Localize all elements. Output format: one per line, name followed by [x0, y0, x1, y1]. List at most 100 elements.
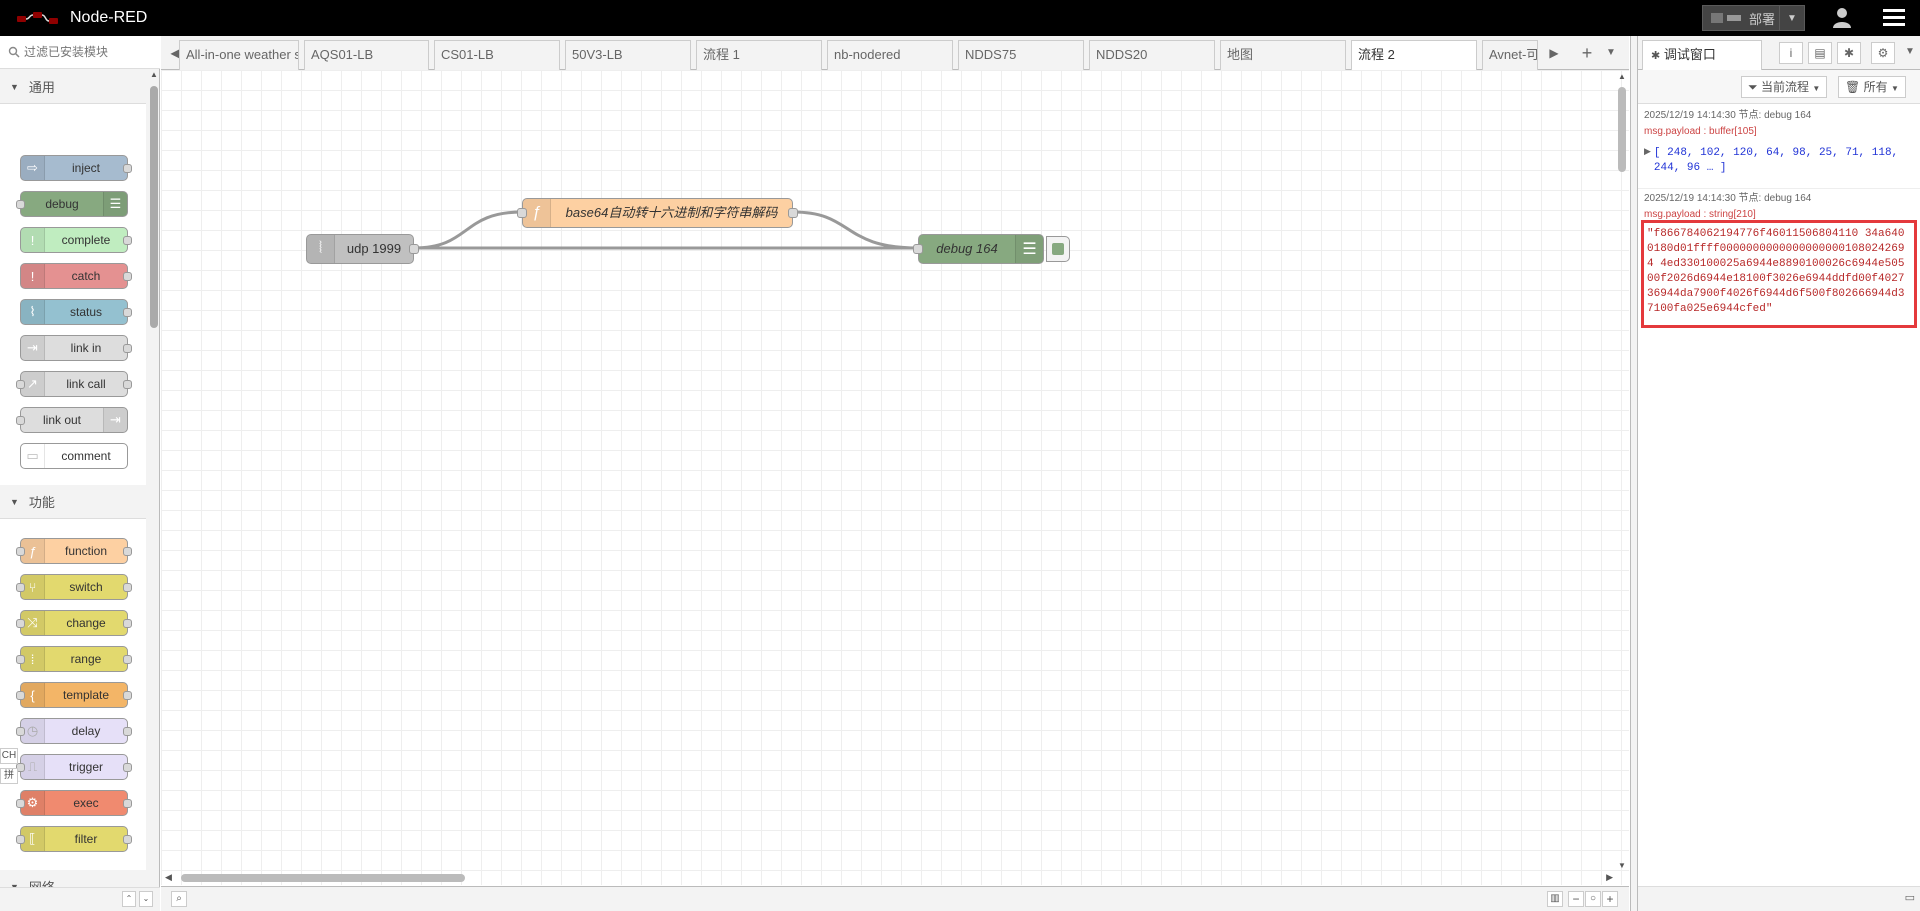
palette-node-filter[interactable]: ⟦ filter: [16, 826, 132, 852]
scroll-up-icon[interactable]: ▲: [1618, 72, 1626, 81]
flow-node-udp[interactable]: ⦚ udp 1999: [306, 234, 419, 264]
scroll-down-icon[interactable]: ▼: [1618, 861, 1626, 870]
output-port[interactable]: [123, 344, 132, 353]
input-port[interactable]: [16, 799, 25, 808]
gear-icon[interactable]: ⚙: [1871, 42, 1895, 64]
add-flow-icon[interactable]: +: [1577, 42, 1597, 64]
workspace-horizontal-scrollbar[interactable]: ◀ ▶: [161, 871, 1615, 885]
output-port[interactable]: [123, 727, 132, 736]
tab-list-menu-icon[interactable]: ▼: [1601, 42, 1621, 64]
palette-scrollbar[interactable]: ▲ ▼: [148, 70, 160, 910]
info-icon[interactable]: i: [1779, 42, 1803, 64]
scroll-left-icon[interactable]: ◀: [165, 872, 172, 883]
output-port[interactable]: [123, 799, 132, 808]
flow-node-debug[interactable]: debug 164 ☰: [913, 234, 1044, 264]
output-port[interactable]: [123, 835, 132, 844]
palette-node-change[interactable]: ⤨ change: [16, 610, 132, 636]
zoom-in-icon[interactable]: +: [1602, 891, 1618, 907]
expand-all-icon[interactable]: ⌄: [139, 891, 153, 907]
vertical-scroll-thumb[interactable]: [1618, 87, 1626, 172]
input-port[interactable]: [517, 208, 527, 218]
palette-node-link-in[interactable]: ⇥ link in: [20, 335, 132, 361]
palette-node-complete[interactable]: ! complete: [20, 227, 132, 253]
input-port[interactable]: [16, 727, 25, 736]
workspace-vertical-scrollbar[interactable]: ▲ ▼: [1615, 70, 1629, 870]
zoom-out-icon[interactable]: −: [1568, 891, 1584, 907]
tab-flow-1[interactable]: 流程 1: [696, 40, 822, 70]
input-port[interactable]: [16, 691, 25, 700]
tab-cs01-lb[interactable]: CS01-LB: [434, 40, 560, 70]
category-function-header[interactable]: ▼ 功能: [0, 485, 146, 519]
palette-node-exec[interactable]: ⚙ exec: [16, 790, 132, 816]
output-port[interactable]: [123, 547, 132, 556]
input-port[interactable]: [16, 655, 25, 664]
bug-icon[interactable]: ✱: [1837, 42, 1861, 64]
palette-node-trigger[interactable]: ⎍ trigger: [16, 754, 132, 780]
main-menu-icon[interactable]: [1883, 9, 1905, 27]
tab-avnet[interactable]: Avnet-可视: [1482, 40, 1538, 70]
palette-node-link-out[interactable]: link out ⇥: [16, 407, 128, 433]
palette-node-template[interactable]: { template: [16, 682, 132, 708]
output-port[interactable]: [409, 244, 419, 254]
palette-node-switch[interactable]: ⑂ switch: [16, 574, 132, 600]
output-port[interactable]: [123, 380, 132, 389]
deploy-button[interactable]: 部署 ▼: [1702, 5, 1805, 31]
tab-ndds20[interactable]: NDDS20: [1089, 40, 1215, 70]
output-port[interactable]: [788, 208, 798, 218]
input-port[interactable]: [16, 200, 25, 209]
input-port[interactable]: [16, 380, 25, 389]
sidebar-splitter[interactable]: [1630, 36, 1637, 911]
tab-nb-nodered[interactable]: nb-nodered: [827, 40, 953, 70]
output-port[interactable]: [123, 272, 132, 281]
message-path[interactable]: msg.payload : buffer[105]: [1644, 124, 1909, 140]
tab-map[interactable]: 地图: [1220, 40, 1346, 70]
tab-scroll-right-icon[interactable]: ▶: [1544, 42, 1564, 64]
sidebar-menu-caret-icon[interactable]: ▼: [1898, 42, 1920, 64]
palette-node-debug[interactable]: debug ☰: [16, 191, 128, 217]
tab-50v3-lb[interactable]: 50V3-LB: [565, 40, 691, 70]
monitor-icon[interactable]: ▭: [1905, 891, 1915, 904]
tab-ndds75[interactable]: NDDS75: [958, 40, 1084, 70]
workspace-canvas[interactable]: ⦚ udp 1999 ƒ base64自动转十六进制和字符串解码 debug 1…: [161, 70, 1629, 885]
palette-node-link-call[interactable]: ↗ link call: [16, 371, 132, 397]
user-icon[interactable]: [1830, 7, 1854, 29]
input-port[interactable]: [16, 547, 25, 556]
map-icon[interactable]: ▥: [1547, 891, 1563, 907]
output-port[interactable]: [123, 164, 132, 173]
palette-node-function[interactable]: ƒ function: [16, 538, 132, 564]
palette-node-catch[interactable]: ! catch: [20, 263, 132, 289]
input-port[interactable]: [16, 416, 25, 425]
tab-all-in-one-weather[interactable]: All-in-one weather s: [179, 40, 299, 70]
input-port[interactable]: [913, 244, 923, 254]
palette-node-range[interactable]: ⁞ range: [16, 646, 132, 672]
deploy-menu-caret-icon[interactable]: ▼: [1780, 13, 1804, 24]
output-port[interactable]: [123, 308, 132, 317]
scroll-right-icon[interactable]: ▶: [1606, 872, 1613, 883]
palette-node-inject[interactable]: ⇨ inject: [20, 155, 132, 181]
output-port[interactable]: [123, 236, 132, 245]
palette-node-delay[interactable]: ◷ delay: [16, 718, 132, 744]
palette-search-input[interactable]: [24, 45, 154, 59]
collapse-all-icon[interactable]: ⌃: [122, 891, 136, 907]
tab-aqs01-lb[interactable]: AQS01-LB: [304, 40, 429, 70]
output-port[interactable]: [123, 583, 132, 592]
category-common-header[interactable]: ▼ 通用: [0, 70, 146, 104]
scroll-up-icon[interactable]: ▲: [150, 70, 158, 79]
output-port[interactable]: [123, 619, 132, 628]
horizontal-scroll-thumb[interactable]: [181, 874, 465, 882]
palette-node-comment[interactable]: ▭ comment: [20, 443, 128, 469]
tab-flow-2[interactable]: 流程 2: [1351, 40, 1477, 71]
input-port[interactable]: [16, 619, 25, 628]
tab-debug[interactable]: ✱ 调试窗口: [1642, 40, 1762, 70]
search-flows-icon[interactable]: ⌕: [171, 891, 187, 907]
flow-node-function[interactable]: ƒ base64自动转十六进制和字符串解码: [517, 198, 798, 228]
zoom-reset-icon[interactable]: ○: [1585, 891, 1601, 907]
output-port[interactable]: [123, 763, 132, 772]
filter-all-button[interactable]: 🗑 所有 ▼: [1838, 76, 1906, 98]
message-body[interactable]: [ 248, 102, 120, 64, 98, 25, 71, 118, 24…: [1654, 146, 1909, 176]
palette-node-status[interactable]: ⌇ status: [20, 299, 132, 325]
output-port[interactable]: [123, 691, 132, 700]
output-port[interactable]: [123, 655, 132, 664]
palette-scroll-thumb[interactable]: [150, 86, 158, 328]
book-icon[interactable]: ▤: [1808, 42, 1832, 64]
